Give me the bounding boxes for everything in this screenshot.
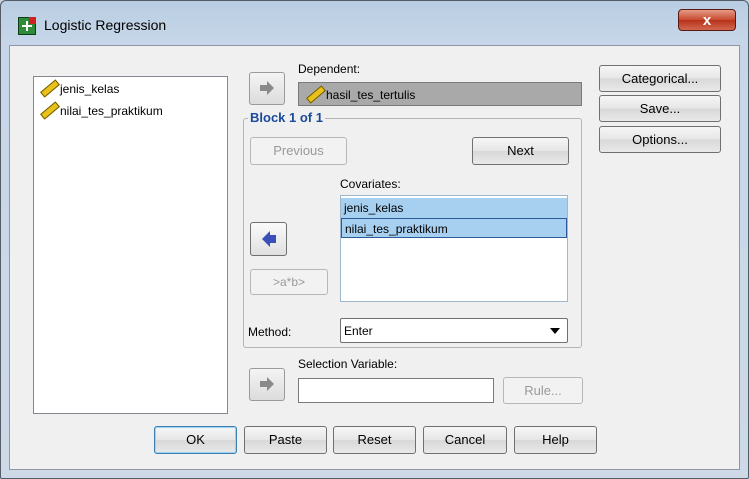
variable-label: jenis_kelas [60,82,120,96]
dependent-field[interactable]: hasil_tes_tertulis [298,82,582,106]
covariates-label: Covariates: [340,177,401,191]
reset-button[interactable]: Reset [333,426,416,454]
close-button[interactable]: x [678,9,736,31]
list-item[interactable]: jenis_kelas [341,198,567,218]
move-to-selection-button[interactable] [249,368,285,401]
list-item[interactable]: nilai_tes_praktikum [341,218,567,238]
dialog-window: Logistic Regression x jenis_kelas nilai_… [0,0,749,479]
help-button[interactable]: Help [514,426,597,454]
list-item[interactable]: nilai_tes_praktikum [36,101,163,121]
options-button[interactable]: Options... [599,126,721,153]
dependent-label: Dependent: [298,62,361,76]
scale-ruler-icon [305,88,322,98]
block-title: Block 1 of 1 [248,110,325,125]
list-item[interactable]: jenis_kelas [36,79,119,99]
chevron-down-icon [550,328,560,334]
cancel-button[interactable]: Cancel [423,426,507,454]
dialog-body: jenis_kelas nilai_tes_praktikum Dependen… [9,45,740,470]
move-to-covariates-button[interactable] [250,222,287,256]
window-title: Logistic Regression [44,17,167,33]
move-to-dependent-button[interactable] [249,72,285,105]
spss-app-icon [18,17,36,35]
categorical-button[interactable]: Categorical... [599,65,721,92]
selection-variable-label: Selection Variable: [298,357,398,371]
selection-variable-field[interactable] [298,378,494,403]
method-value: Enter [344,324,373,338]
left-arrow-icon [262,231,276,247]
covariates-list[interactable]: jenis_kelas nilai_tes_praktikum [340,195,568,302]
previous-button[interactable]: Previous [250,137,347,165]
method-select[interactable]: Enter [340,318,568,343]
variable-label: nilai_tes_praktikum [60,104,163,118]
right-arrow-icon [260,377,274,391]
scale-ruler-icon [39,104,56,114]
next-button[interactable]: Next [472,137,569,165]
rule-button[interactable]: Rule... [503,377,583,404]
paste-button[interactable]: Paste [244,426,327,454]
right-arrow-icon [260,81,274,95]
dependent-value: hasil_tes_tertulis [326,88,416,102]
source-variable-list[interactable]: jenis_kelas nilai_tes_praktikum [33,76,228,414]
method-label: Method: [248,325,292,339]
ok-button[interactable]: OK [154,426,237,454]
interaction-button[interactable]: >a*b> [250,269,328,295]
title-bar[interactable]: Logistic Regression x [1,1,748,45]
scale-ruler-icon [39,82,56,92]
save-button[interactable]: Save... [599,95,721,122]
